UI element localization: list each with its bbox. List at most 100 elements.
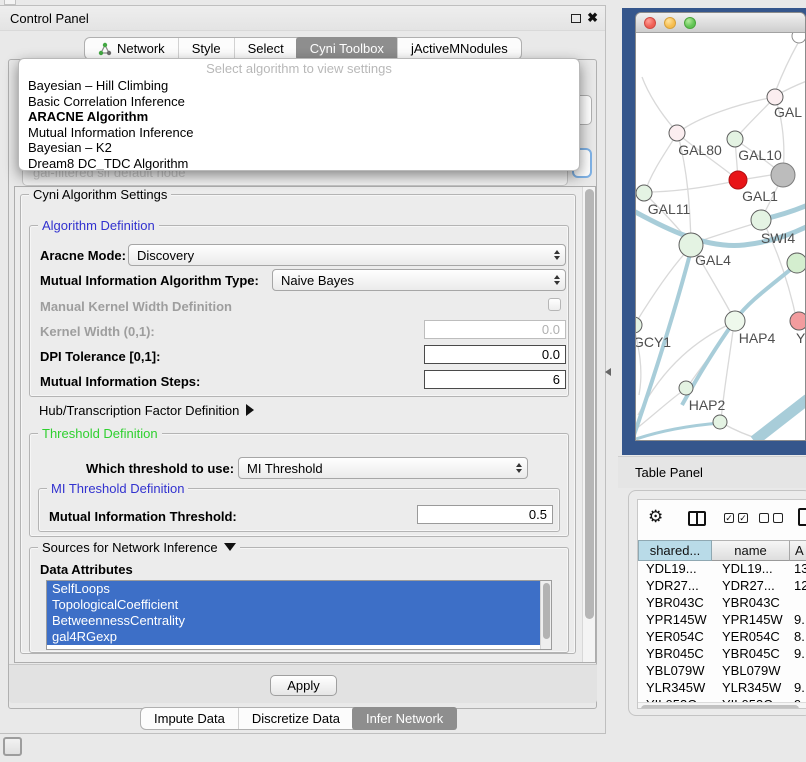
control-panel-tabbar: Network Style Select Cyni Toolbox jActiv… xyxy=(84,37,522,60)
algorithm-option[interactable]: ARACNE Algorithm xyxy=(19,109,579,125)
tab-cyni-toolbox[interactable]: Cyni Toolbox xyxy=(296,37,398,60)
tab-discretize-data[interactable]: Discretize Data xyxy=(238,708,353,729)
dpi-tolerance-field[interactable]: 0.0 xyxy=(424,345,566,364)
zoom-traffic-light-icon[interactable] xyxy=(684,17,696,29)
kernel-width-field[interactable]: 0.0 xyxy=(424,320,566,339)
table-row[interactable]: YDR27...YDR27...12 xyxy=(638,578,806,595)
group-title: Cyni Algorithm Settings xyxy=(29,187,171,202)
column-layout-icon[interactable] xyxy=(688,511,706,526)
table-row[interactable]: YPR145WYPR145W9. xyxy=(638,612,806,629)
tab-network[interactable]: Network xyxy=(85,38,178,59)
aracne-mode-combobox[interactable]: Discovery xyxy=(128,244,566,266)
scrollbar-thumb[interactable] xyxy=(543,583,550,639)
table-row[interactable]: YDL19...YDL19...13 xyxy=(638,561,806,578)
network-node[interactable] xyxy=(669,125,685,141)
network-node[interactable] xyxy=(713,415,727,429)
data-attributes-list[interactable]: SelfLoopsTopologicalCoefficientBetweenne… xyxy=(46,580,552,650)
collapse-down-icon[interactable] xyxy=(224,543,236,551)
table-cell: YBR043C xyxy=(638,595,712,612)
table-cell: YBL079W xyxy=(712,663,790,680)
network-node[interactable] xyxy=(727,131,743,147)
network-node[interactable] xyxy=(725,311,745,331)
algorithm-option[interactable]: Dream8 DC_TDC Algorithm xyxy=(19,156,579,171)
combo-arrows-icon xyxy=(549,275,565,285)
kernel-width-label: Kernel Width (0,1): xyxy=(40,324,155,339)
mi-threshold-field[interactable]: 0.5 xyxy=(417,505,553,524)
attribute-list-item[interactable]: gal4RGexp xyxy=(47,629,540,645)
attribute-list-item[interactable]: SelfLoops xyxy=(47,581,540,597)
table-row[interactable]: YBR045CYBR045C9. xyxy=(638,646,806,663)
scrollbar-thumb[interactable] xyxy=(641,705,799,709)
network-node[interactable] xyxy=(636,185,652,201)
table-row[interactable]: YBR043CYBR043C xyxy=(638,595,806,612)
scrollbar-thumb[interactable] xyxy=(585,189,594,619)
network-node[interactable] xyxy=(751,210,771,230)
table-row[interactable]: YBL079WYBL079W xyxy=(638,663,806,680)
network-node[interactable] xyxy=(790,312,806,330)
algorithm-option[interactable]: Bayesian – K2 xyxy=(19,140,579,156)
network-canvas[interactable]: GALGAL80GAL10GAL1GAL11SWI4GAL4GCY1HAP4YH… xyxy=(636,33,806,441)
network-node[interactable] xyxy=(792,33,806,43)
attribute-list-item[interactable]: BetweennessCentrality xyxy=(47,613,540,629)
mi-steps-field[interactable]: 6 xyxy=(424,370,566,389)
manual-kernel-width-checkbox[interactable] xyxy=(548,298,561,311)
table-cell: YLR345W xyxy=(712,680,790,697)
network-window-titlebar[interactable] xyxy=(636,13,805,33)
algorithm-option[interactable]: Bayesian – Hill Climbing xyxy=(19,78,579,94)
dpi-tolerance-label: DPI Tolerance [0,1]: xyxy=(40,349,160,364)
deselect-all-columns-icon[interactable] xyxy=(759,513,783,523)
attribute-list-item[interactable]: TopologicalCoefficient xyxy=(47,597,540,613)
column-header-cut[interactable]: A xyxy=(790,540,806,561)
group-title: Sources for Network Inference xyxy=(38,540,240,555)
table-row[interactable]: YLR345WYLR345W9. xyxy=(638,680,806,697)
attributes-list-scrollbar[interactable] xyxy=(540,581,551,649)
table-cell: YDL19... xyxy=(638,561,712,578)
close-icon[interactable]: ✖ xyxy=(587,10,598,26)
float-window-icon[interactable] xyxy=(571,14,581,23)
column-header-name[interactable]: name xyxy=(712,540,790,561)
apply-button[interactable]: Apply xyxy=(270,675,337,696)
algorithm-option[interactable]: Basic Correlation Inference xyxy=(19,94,579,110)
tab-select[interactable]: Select xyxy=(234,38,297,59)
node-label: GCY1 xyxy=(636,334,671,350)
table-row[interactable]: YER054CYER054C8. xyxy=(638,629,806,646)
table-cell: 9. xyxy=(790,612,806,629)
tab-infer-network[interactable]: Infer Network xyxy=(352,707,457,730)
splitpane-collapse-arrow[interactable] xyxy=(605,368,611,376)
network-node[interactable] xyxy=(771,163,795,187)
export-table-icon[interactable] xyxy=(798,508,806,526)
tab-impute-data[interactable]: Impute Data xyxy=(141,708,238,729)
hub-transcription-factor-section[interactable]: Hub/Transcription Factor Definition xyxy=(39,403,254,418)
expand-right-icon[interactable] xyxy=(246,404,254,416)
table-cell: 9. xyxy=(790,680,806,697)
mi-threshold-definition-group: MI Threshold Definition Mutual Informati… xyxy=(38,488,560,532)
dock-panel-button[interactable] xyxy=(3,737,22,756)
network-node[interactable] xyxy=(729,171,747,189)
table-horizontal-scrollbar[interactable] xyxy=(638,702,806,709)
table-header-row: shared... name A xyxy=(638,540,806,561)
settings-vertical-scrollbar[interactable] xyxy=(582,187,595,662)
network-node[interactable] xyxy=(787,253,806,273)
tab-style[interactable]: Style xyxy=(178,38,234,59)
network-node[interactable] xyxy=(636,317,642,333)
algorithm-option[interactable]: Mutual Information Inference xyxy=(19,125,579,141)
minimize-traffic-light-icon[interactable] xyxy=(664,17,676,29)
network-node[interactable] xyxy=(679,381,693,395)
select-all-columns-icon[interactable]: ✓✓ xyxy=(724,513,748,523)
network-node[interactable] xyxy=(767,89,783,105)
node-label: HAP2 xyxy=(689,397,726,413)
table-cell: 8. xyxy=(790,629,806,646)
table-cell: YER054C xyxy=(638,629,712,646)
which-threshold-label: Which threshold to use: xyxy=(86,461,234,476)
network-view-window[interactable]: GALGAL80GAL10GAL1GAL11SWI4GAL4GCY1HAP4YH… xyxy=(635,12,806,441)
gear-icon[interactable]: ⚙ xyxy=(648,507,663,527)
column-header-shared-name[interactable]: shared... xyxy=(638,540,712,561)
mi-algorithm-type-combobox[interactable]: Naive Bayes xyxy=(272,269,566,291)
close-traffic-light-icon[interactable] xyxy=(644,17,656,29)
which-threshold-combobox[interactable]: MI Threshold xyxy=(238,457,528,479)
application-window: Control Panel ✖ Network Style Select Cyn… xyxy=(0,0,806,762)
mi-threshold-label: Mutual Information Threshold: xyxy=(49,509,237,524)
table-cell: YBR043C xyxy=(712,595,790,612)
tab-jactivemnodules[interactable]: jActiveMNodules xyxy=(397,38,521,59)
table-cell: YDL19... xyxy=(712,561,790,578)
